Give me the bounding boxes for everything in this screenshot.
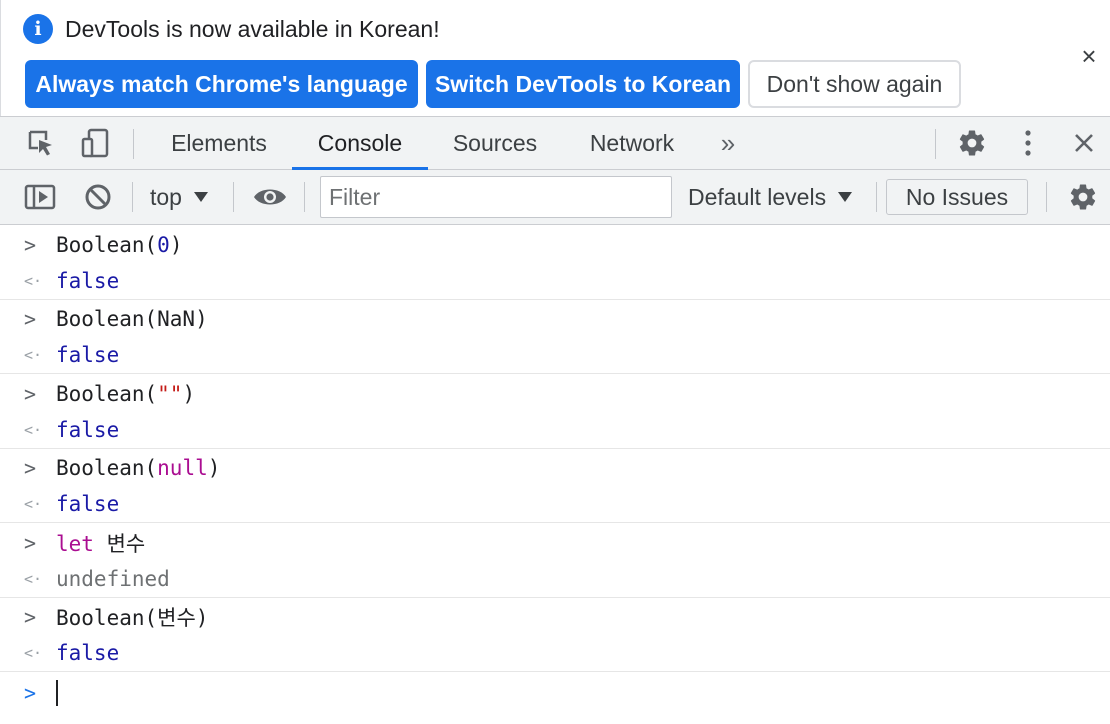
tab-network[interactable]: Network (568, 117, 696, 169)
console-input-line: > Boolean(null) (0, 449, 1110, 486)
console-prompt[interactable]: > (0, 674, 1110, 711)
input-chevron-icon: > (24, 381, 37, 406)
code-token: false (56, 418, 120, 442)
language-infobar: i DevTools is now available in Korean! ×… (0, 0, 1110, 116)
console-result-line: <· undefined (0, 561, 1110, 598)
console-code: false (56, 492, 119, 516)
tab-console[interactable]: Console (292, 117, 428, 170)
tab-console-label: Console (317, 129, 403, 156)
code-token: ) (207, 455, 221, 480)
console-input-line: > let 변수 (0, 524, 1110, 561)
result-arrow-icon: <· (24, 272, 43, 290)
console-input-line: > Boolean(변수) (0, 598, 1110, 635)
code-token: Boolean( (56, 455, 158, 480)
code-token: "" (157, 381, 183, 406)
code-token: Boolean(NaN) (56, 306, 208, 331)
input-chevron-icon: > (24, 306, 37, 331)
log-levels-dropdown[interactable]: Default levels (688, 170, 853, 224)
inspect-element-icon[interactable] (22, 117, 60, 169)
dropdown-triangle-icon (838, 192, 853, 202)
close-devtools-icon[interactable] (1068, 117, 1100, 169)
code-token: ) (182, 381, 196, 406)
result-arrow-icon: <· (24, 644, 43, 662)
tab-sources[interactable]: Sources (432, 117, 558, 169)
console-code: false (56, 418, 119, 442)
result-arrow-icon: <· (24, 495, 43, 513)
code-token: Boolean(변수) (56, 605, 209, 630)
code-token: ) (169, 232, 183, 257)
prompt-chevron-icon: > (24, 680, 37, 705)
code-token: false (56, 269, 120, 293)
code-token: false (56, 492, 120, 516)
more-tabs-chevron-icon[interactable]: » (708, 117, 748, 169)
code-token: Boolean( (56, 232, 158, 257)
devtools-tab-bar: Elements Console Sources Network » (0, 116, 1110, 170)
close-icon[interactable]: × (1077, 43, 1101, 69)
info-icon: i (23, 14, 53, 44)
show-sidebar-icon[interactable] (22, 170, 58, 224)
context-selector[interactable]: top (150, 170, 208, 224)
result-arrow-icon: <· (24, 421, 43, 439)
tab-elements[interactable]: Elements (150, 117, 288, 169)
console-output[interactable]: > Boolean(0) <· false > Boolean(NaN) <· false > B… (0, 226, 1110, 724)
device-toolbar-icon[interactable] (78, 117, 112, 169)
code-token: false (56, 343, 120, 367)
console-toolbar: top Filter Default levels No Issues (0, 170, 1110, 225)
console-code: Boolean(변수) (56, 602, 208, 632)
console-code: Boolean(0) (56, 233, 182, 257)
context-selector-label: top (150, 183, 182, 210)
filter-input[interactable]: Filter (320, 176, 672, 218)
input-chevron-icon: > (24, 530, 37, 555)
console-input-line: > Boolean("") (0, 375, 1110, 412)
console-result-line: <· false (0, 412, 1110, 449)
code-token: undefined (56, 567, 170, 591)
console-code: Boolean(NaN) (56, 307, 208, 331)
console-settings-gear-icon[interactable] (1066, 170, 1100, 224)
input-chevron-icon: > (24, 232, 37, 257)
console-input-line: > Boolean(0) (0, 226, 1110, 263)
console-result-line: <· false (0, 263, 1110, 300)
infobar-message: DevTools is now available in Korean! (65, 15, 440, 42)
switch-to-korean-button[interactable]: Switch DevTools to Korean (426, 60, 740, 108)
settings-gear-icon[interactable] (954, 117, 990, 169)
console-code: false (56, 343, 119, 367)
console-code: false (56, 269, 119, 293)
log-levels-label: Default levels (688, 183, 827, 210)
input-chevron-icon: > (24, 604, 37, 629)
clear-console-icon[interactable] (82, 170, 114, 224)
code-token: 0 (157, 232, 170, 257)
text-caret (56, 679, 58, 706)
result-arrow-icon: <· (24, 346, 43, 364)
always-match-language-button[interactable]: Always match Chrome's language (25, 60, 418, 108)
more-options-kebab-icon[interactable] (1014, 117, 1042, 169)
console-code: Boolean(null) (56, 456, 220, 480)
console-code: undefined (56, 567, 170, 591)
code-token: null (157, 455, 208, 480)
dropdown-triangle-icon (193, 192, 208, 202)
console-result-line: <· false (0, 337, 1110, 374)
console-result-line: <· false (0, 635, 1110, 672)
dont-show-again-button[interactable]: Don't show again (748, 60, 961, 108)
console-code: false (56, 641, 119, 665)
console-input-line: > Boolean(NaN) (0, 300, 1110, 337)
code-token: Boolean( (56, 381, 158, 406)
console-code: let 변수 (56, 528, 145, 558)
code-token: let (56, 531, 94, 556)
console-code: Boolean("") (56, 382, 195, 406)
code-token: false (56, 641, 120, 665)
console-result-line: <· false (0, 486, 1110, 523)
input-chevron-icon: > (24, 455, 37, 480)
issues-button[interactable]: No Issues (886, 179, 1028, 215)
live-expression-eye-icon[interactable] (252, 170, 288, 224)
code-token: 변수 (93, 531, 146, 556)
result-arrow-icon: <· (24, 570, 43, 588)
infobar-message-row: i DevTools is now available in Korean! (23, 14, 440, 44)
